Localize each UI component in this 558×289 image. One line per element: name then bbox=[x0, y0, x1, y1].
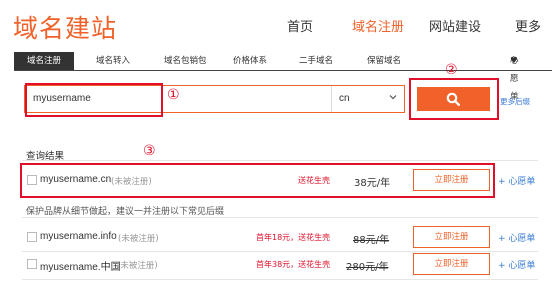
annotation-box-2 bbox=[409, 78, 499, 120]
nav-domain-register[interactable]: 域名注册 bbox=[352, 16, 404, 35]
tab-domain-register[interactable]: 域名注册 bbox=[14, 52, 74, 70]
nav-more[interactable]: 更多 bbox=[515, 16, 541, 35]
annotation-number-3: ③ bbox=[143, 143, 156, 159]
heart-icon: ♥ bbox=[510, 56, 518, 66]
add-wishlist-link[interactable]: + 心愿单 bbox=[498, 174, 535, 187]
add-wishlist-link[interactable]: + 心愿单 bbox=[498, 258, 535, 271]
domain-name: myusername.info bbox=[40, 231, 117, 242]
domain-status: (未被注册) bbox=[117, 261, 158, 271]
original-price: 88元/年 bbox=[353, 235, 390, 246]
divider bbox=[22, 251, 538, 252]
tab-second-hand-domain[interactable]: 二手域名 bbox=[299, 52, 333, 70]
domain-status: (未被注册) bbox=[118, 234, 159, 244]
add-wishlist-link[interactable]: + 心愿单 bbox=[498, 231, 535, 244]
divider bbox=[331, 86, 332, 112]
result-row: myusername.info (未被注册) 首年18元，送花生壳 88元/年 … bbox=[24, 226, 540, 250]
tab-reserved-domain[interactable]: 保留域名 bbox=[367, 52, 401, 70]
tld-select[interactable]: cn bbox=[339, 93, 350, 104]
register-button[interactable]: 立即注册 bbox=[413, 253, 490, 275]
suggestion-hint: 保护品牌从细节做起，建议一并注册以下常见后缀 bbox=[26, 207, 225, 217]
annotation-box-3 bbox=[20, 163, 495, 198]
select-checkbox[interactable] bbox=[27, 259, 37, 269]
register-button[interactable]: 立即注册 bbox=[413, 226, 490, 248]
tab-price-system[interactable]: 价格体系 bbox=[233, 52, 267, 70]
promo-text: 首年38元，送花生壳 bbox=[256, 260, 331, 269]
more-suffix-link[interactable]: 更多后缀 bbox=[500, 96, 530, 107]
domain-name: myusername.中国 bbox=[40, 262, 121, 273]
divider bbox=[22, 217, 538, 218]
promo-text: 首年18元，送花生壳 bbox=[256, 233, 331, 242]
tab-domain-package[interactable]: 域名包销包 bbox=[164, 52, 207, 70]
nav-site-building[interactable]: 网站建设 bbox=[429, 16, 481, 35]
annotation-box-1 bbox=[25, 83, 163, 117]
annotation-number-2: ② bbox=[445, 62, 458, 78]
annotation-number-1: ① bbox=[167, 87, 180, 103]
tab-domain-transfer[interactable]: 域名转入 bbox=[96, 52, 130, 70]
sub-nav: 域名注册 域名转入 域名包销包 价格体系 二手域名 保留域名 心愿单 ♥ bbox=[14, 52, 552, 102]
nav-home[interactable]: 首页 bbox=[287, 16, 313, 35]
divider bbox=[22, 279, 538, 280]
select-checkbox[interactable] bbox=[27, 232, 37, 242]
result-row: myusername.中国 (未被注册) 首年38元，送花生壳 280元/年 立… bbox=[24, 253, 540, 277]
top-nav: 首页 域名注册 网站建设 更多 bbox=[0, 16, 558, 36]
chevron-down-icon[interactable] bbox=[389, 93, 397, 101]
original-price: 280元/年 bbox=[346, 262, 389, 273]
divider bbox=[22, 160, 538, 161]
